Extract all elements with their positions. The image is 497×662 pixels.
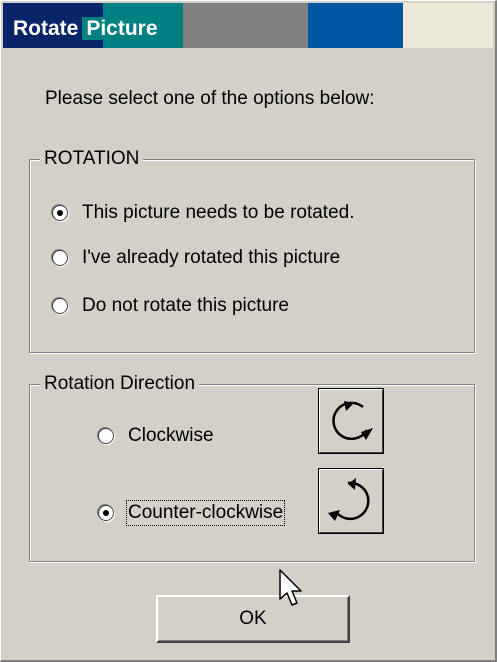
radio-option-already-rotated[interactable]: I've already rotated this picture: [52, 247, 340, 269]
radio-button-already-rotated[interactable]: [52, 250, 68, 266]
radio-option-do-not-rotate[interactable]: Do not rotate this picture: [52, 295, 289, 317]
radio-label-do-not-rotate[interactable]: Do not rotate this picture: [82, 295, 289, 317]
radio-button-clockwise[interactable]: [98, 428, 114, 444]
rotate-clockwise-glyph: [332, 401, 373, 441]
rotation-groupbox: ROTATION This picture needs to be rotate…: [29, 148, 475, 353]
rotation-direction-groupbox: Rotation Direction Clockwise Counter-clo…: [29, 373, 475, 562]
mouse-pointer-icon: [279, 569, 305, 614]
title-word-rotate: Rotate: [13, 17, 83, 40]
title-bar-segment-gray: [183, 3, 308, 48]
title-bar-segment-blue: [308, 3, 403, 48]
radio-label-needs-rotation[interactable]: This picture needs to be rotated.: [82, 202, 355, 224]
title-word-picture: Picture: [82, 17, 162, 40]
rotate-picture-dialog: Rotate Picture Please select one of the o…: [0, 0, 497, 662]
rotation-groupbox-legend: ROTATION: [40, 148, 144, 170]
radio-button-needs-rotation[interactable]: [52, 205, 68, 221]
instruction-text: Please select one of the options below:: [45, 88, 375, 109]
radio-option-needs-rotation[interactable]: This picture needs to be rotated.: [52, 202, 355, 224]
window-title: Rotate Picture: [13, 17, 162, 41]
radio-button-do-not-rotate[interactable]: [52, 298, 68, 314]
title-bar-segment-light: [403, 3, 493, 48]
ok-button[interactable]: OK: [156, 595, 350, 643]
radio-label-already-rotated[interactable]: I've already rotated this picture: [82, 247, 340, 269]
radio-label-counter-clockwise[interactable]: Counter-clockwise: [125, 500, 286, 526]
rotate-counter-clockwise-icon[interactable]: [318, 468, 384, 534]
radio-button-counter-clockwise[interactable]: [98, 505, 114, 521]
rotate-counter-clockwise-glyph: [328, 478, 370, 521]
radio-option-counter-clockwise[interactable]: Counter-clockwise: [98, 500, 286, 526]
rotation-direction-groupbox-legend: Rotation Direction: [40, 373, 200, 395]
radio-option-clockwise[interactable]: Clockwise: [98, 425, 214, 447]
radio-selected-dot: [57, 210, 63, 216]
radio-label-clockwise[interactable]: Clockwise: [128, 425, 214, 447]
mouse-pointer-glyph: [279, 569, 302, 606]
rotate-clockwise-icon[interactable]: [318, 388, 384, 454]
radio-selected-dot: [103, 510, 109, 516]
